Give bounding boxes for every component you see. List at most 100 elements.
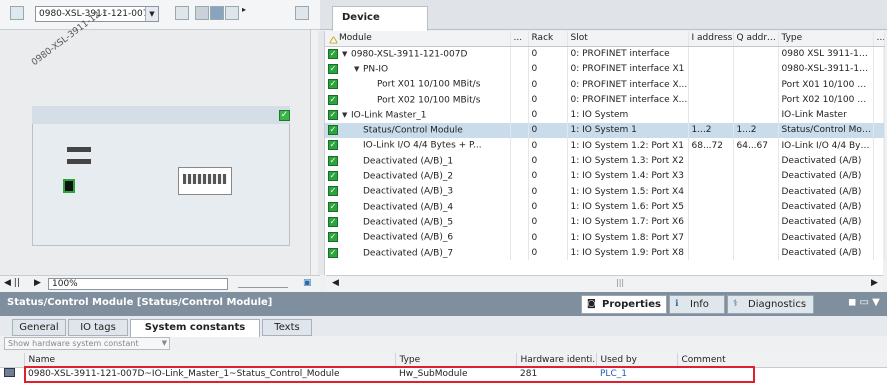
- tab-texts[interactable]: Texts: [262, 319, 312, 336]
- q-address-cell[interactable]: [733, 153, 779, 169]
- zoom-select-icon[interactable]: [210, 6, 224, 20]
- toggle-panel-icon[interactable]: [295, 6, 309, 20]
- slot-cell[interactable]: 1: IO System 1.4: Port X3: [567, 168, 689, 184]
- i-address-cell[interactable]: [688, 245, 734, 261]
- slot-cell[interactable]: 1: IO System 1.9: Port X8: [567, 245, 689, 261]
- i-address-cell[interactable]: 68...72: [688, 138, 734, 154]
- slot-cell[interactable]: 0: PROFINET interface X1: [567, 61, 689, 77]
- q-address-cell[interactable]: [733, 92, 779, 108]
- rack-cell[interactable]: 0: [528, 76, 568, 93]
- device-module-graphic[interactable]: [32, 106, 290, 246]
- q-address-cell[interactable]: [733, 199, 779, 215]
- column-header-type[interactable]: Type: [778, 31, 874, 47]
- type-cell[interactable]: IO-Link Master: [778, 107, 874, 123]
- scroll-thumb-grip[interactable]: |||: [616, 278, 624, 287]
- zoom-slider[interactable]: [238, 278, 288, 288]
- table-row[interactable]: ✓ Deactivated (A/B)_2 0 1: IO System 1.4: P…: [325, 168, 885, 184]
- table-row[interactable]: ✓ Deactivated (A/B)_5 0 1: IO System 1.7: P…: [325, 214, 885, 230]
- module-cell[interactable]: ✓ Deactivated (A/B)_2: [325, 168, 511, 184]
- table-row[interactable]: ✓ Deactivated (A/B)_7 0 1: IO System 1.9: P…: [325, 245, 885, 261]
- i-address-cell[interactable]: [688, 214, 734, 230]
- q-address-cell[interactable]: [733, 61, 779, 77]
- q-address-cell[interactable]: 64...67: [733, 138, 779, 154]
- column-header-more[interactable]: ...: [510, 31, 529, 47]
- zoom-select[interactable]: 100%: [48, 278, 228, 290]
- scroll-right-icon[interactable]: ▶: [34, 278, 41, 288]
- slot-cell[interactable]: 1: IO System 1.5: Port X4: [567, 183, 689, 200]
- rack-cell[interactable]: 0: [528, 107, 568, 123]
- i-address-cell[interactable]: [688, 61, 734, 77]
- column-header-comment[interactable]: Comment: [677, 353, 887, 368]
- scroll-right-icon[interactable]: ▶: [871, 278, 878, 288]
- module-cell[interactable]: ✓ Deactivated (A/B)_3: [325, 183, 511, 200]
- expand-icon[interactable]: ▼: [354, 65, 363, 73]
- chevron-right-icon[interactable]: ▸: [242, 5, 246, 14]
- rack-cell[interactable]: 0: [528, 199, 568, 215]
- module-cell[interactable]: ✓ Deactivated (A/B)_4: [325, 199, 511, 215]
- q-address-cell[interactable]: [733, 76, 779, 93]
- rack-cell[interactable]: 0: [528, 183, 568, 200]
- slot-cell[interactable]: 0: PROFINET interface X...: [567, 76, 689, 93]
- module-cell[interactable]: ✓ ▼ IO-Link Master_1: [325, 107, 511, 123]
- table-row[interactable]: ✓ ▼ 0980-XSL-3911-121-007D 0 0: PROFINET int…: [325, 46, 885, 62]
- module-cell[interactable]: ✓ Deactivated (A/B)_7: [325, 245, 511, 261]
- i-address-cell[interactable]: [688, 46, 734, 62]
- i-address-cell[interactable]: [688, 199, 734, 215]
- i-address-cell[interactable]: [688, 107, 734, 123]
- module-cell[interactable]: ✓ ▼ PN-IO: [325, 61, 511, 77]
- module-cell[interactable]: ✓ Deactivated (A/B)_5: [325, 214, 511, 230]
- module-cell[interactable]: ✓ Deactivated (A/B)_6: [325, 229, 511, 246]
- fit-view-icon[interactable]: ▣: [303, 278, 312, 288]
- q-address-cell[interactable]: 1...2: [733, 122, 779, 139]
- type-cell[interactable]: Deactivated (A/B): [778, 199, 874, 215]
- type-cell[interactable]: 0980-XSL-3911-12...: [778, 61, 874, 77]
- type-cell[interactable]: IO-Link I/O 4/4 Byte...: [778, 138, 874, 154]
- column-header-module[interactable]: 🛆 Module: [325, 31, 511, 47]
- hardware-constant-filter[interactable]: Show hardware system constant ▼: [4, 337, 170, 350]
- rack-cell[interactable]: 0: [528, 168, 568, 184]
- chevron-down-icon[interactable]: ▼: [162, 338, 167, 349]
- column-header-hardware-id[interactable]: Hardware identi...: [516, 353, 597, 368]
- table-horizontal-scrollbar[interactable]: ◀ ||| ▶: [326, 275, 883, 292]
- module-cell[interactable]: ✓ IO-Link I/O 4/4 Bytes + P...: [325, 138, 511, 154]
- type-cell[interactable]: 0980 XSL 3911-12...: [778, 46, 874, 62]
- type-cell[interactable]: Deactivated (A/B): [778, 183, 874, 200]
- rack-cell[interactable]: 0: [528, 92, 568, 108]
- i-address-cell[interactable]: [688, 229, 734, 246]
- table-row[interactable]: ✓ Deactivated (A/B)_3 0 1: IO System 1.5: P…: [325, 183, 885, 200]
- scroll-left-icon[interactable]: ◀ ||: [4, 278, 20, 288]
- column-header-name[interactable]: Name: [24, 353, 396, 368]
- i-address-cell[interactable]: 1...2: [688, 122, 734, 139]
- table-row[interactable]: ✓ Deactivated (A/B)_1 0 1: IO System 1.3: P…: [325, 153, 885, 169]
- tab-info[interactable]: ℹ Info: [669, 295, 725, 314]
- column-header-used-by[interactable]: Used by: [596, 353, 678, 368]
- type-cell[interactable]: Port X01 10/100 M...: [778, 76, 874, 93]
- slot-cell[interactable]: 1: IO System 1.8: Port X7: [567, 229, 689, 246]
- column-header-rack[interactable]: Rack: [528, 31, 568, 47]
- slot-cell[interactable]: 1: IO System 1.7: Port X6: [567, 214, 689, 230]
- table-row[interactable]: ✓ Port X02 10/100 MBit/s 0 0: PROFINET inte…: [325, 92, 885, 108]
- type-cell[interactable]: Deactivated (A/B): [778, 168, 874, 184]
- table-row[interactable]: ✓ Port X01 10/100 MBit/s 0 0: PROFINET inte…: [325, 76, 885, 93]
- slot-cell[interactable]: 0: PROFINET interface X...: [567, 92, 689, 108]
- tab-system-constants[interactable]: System constants: [130, 319, 260, 337]
- expand-icon[interactable]: ▼: [342, 50, 351, 58]
- q-address-cell[interactable]: [733, 168, 779, 184]
- chevron-down-icon[interactable]: ▼: [145, 7, 158, 21]
- table-row[interactable]: ✓ ▼ PN-IO 0 0: PROFINET interface X1 0980-XSL…: [325, 61, 885, 77]
- module-cell[interactable]: ✓ Deactivated (A/B)_1: [325, 153, 511, 169]
- tab-properties[interactable]: ◙ Properties: [581, 295, 667, 314]
- tab-io-tags[interactable]: IO tags: [68, 319, 128, 336]
- slot-cell[interactable]: 1: IO System 1.6: Port X5: [567, 199, 689, 215]
- rack-cell[interactable]: 0: [528, 138, 568, 154]
- rack-cell[interactable]: 0: [528, 245, 568, 261]
- i-address-cell[interactable]: [688, 168, 734, 184]
- tab-device-overview[interactable]: Device overview: [332, 6, 428, 45]
- slot-cell[interactable]: 1: IO System 1: [567, 122, 689, 139]
- q-address-cell[interactable]: [733, 183, 779, 200]
- i-address-cell[interactable]: [688, 183, 734, 200]
- module-cell[interactable]: ✓ Port X01 10/100 MBit/s: [325, 76, 511, 93]
- type-cell[interactable]: Deactivated (A/B): [778, 153, 874, 169]
- scroll-left-icon[interactable]: ◀: [332, 278, 339, 288]
- table-row[interactable]: ✓ IO-Link I/O 4/4 Bytes + P... 0 1: IO Syst…: [325, 138, 885, 154]
